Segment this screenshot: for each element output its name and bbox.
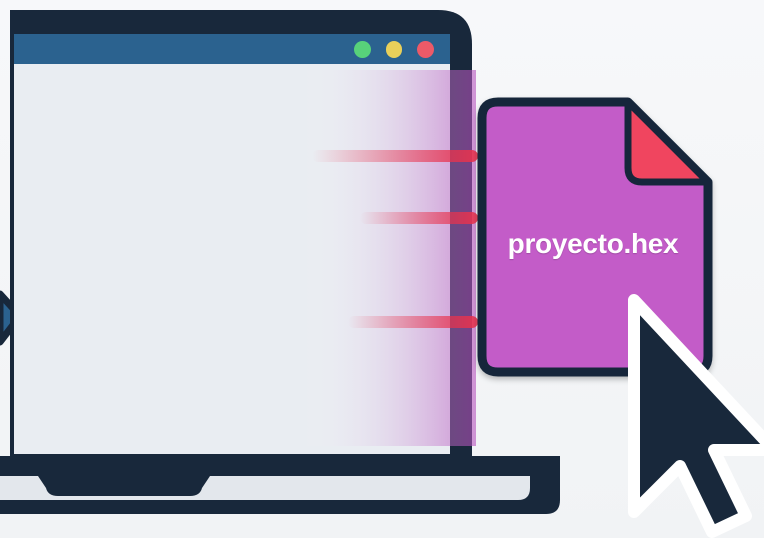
minimize-dot[interactable] [354, 41, 371, 58]
motion-streak [348, 316, 478, 328]
motion-streak [360, 212, 478, 224]
laptop-trackpad-notch [38, 476, 210, 496]
illustration-canvas [0, 10, 764, 538]
motion-streak [312, 150, 478, 162]
motion-trail [300, 70, 478, 446]
close-dot[interactable] [417, 41, 435, 58]
drag-file-to-laptop-illustration: proyecto.hex [0, 0, 764, 538]
file-name-label: proyecto.hex [507, 228, 679, 259]
file-corner-fold [624, 98, 712, 186]
window-controls [354, 41, 435, 59]
maximize-dot[interactable] [385, 41, 403, 58]
